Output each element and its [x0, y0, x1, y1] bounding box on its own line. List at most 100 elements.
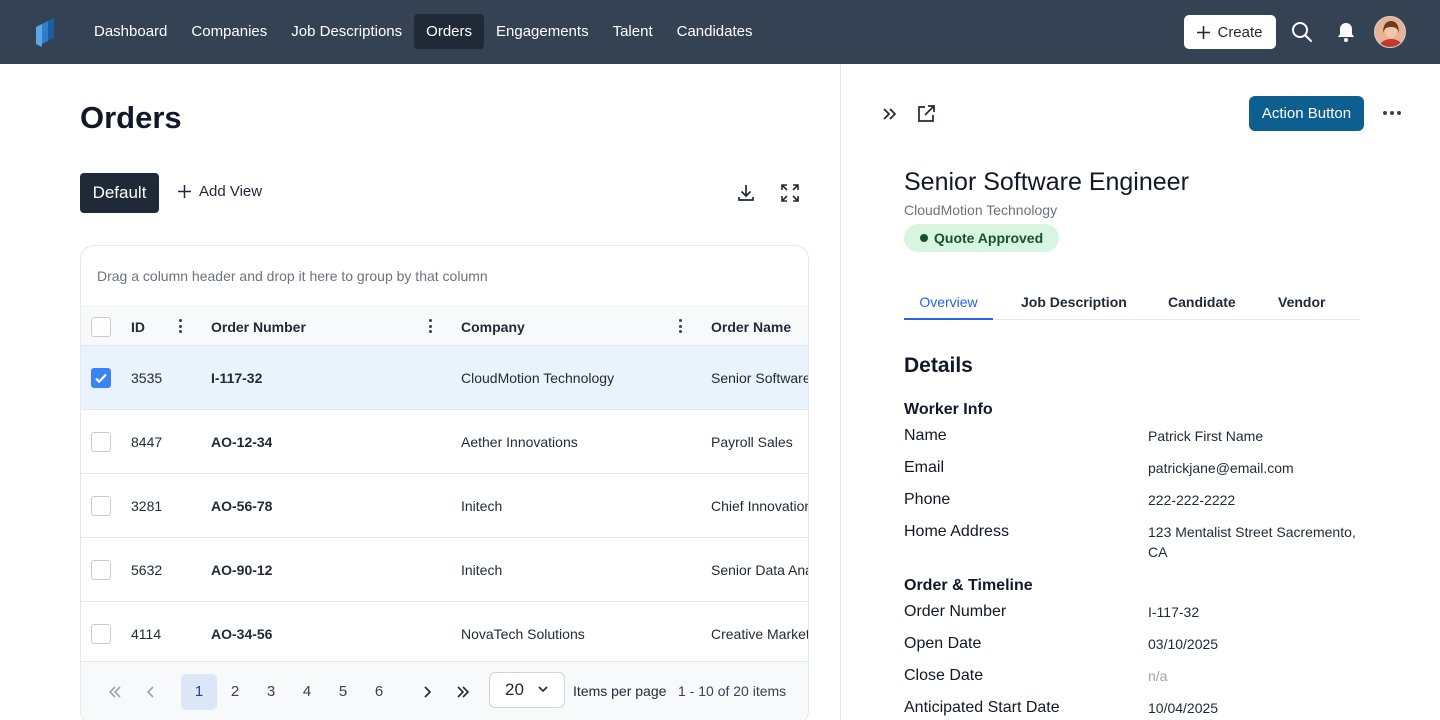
cell-order-name: Senior Software Engineer: [711, 370, 809, 386]
default-view-button[interactable]: Default: [80, 173, 159, 213]
more-options-icon[interactable]: [1383, 111, 1401, 117]
cell-order-number: AO-12-34: [211, 434, 273, 450]
detail-company: CloudMotion Technology: [904, 202, 1058, 218]
collapse-panel-icon[interactable]: [880, 104, 900, 124]
close-date-label: Close Date: [904, 667, 984, 684]
items-per-page-label: Items per page: [573, 683, 667, 699]
row-checkbox[interactable]: [91, 432, 111, 452]
phone-value: 222-222-2222: [1148, 492, 1236, 508]
status-dot-icon: [920, 234, 928, 242]
cell-order-number: AO-90-12: [211, 562, 273, 578]
column-menu-icon[interactable]: [679, 319, 683, 335]
home-address-label: Home Address: [904, 523, 1009, 540]
cell-id: 3535: [131, 370, 163, 386]
table-row[interactable]: 8447 AO-12-34 Aether Innovations Payroll…: [81, 410, 808, 474]
worker-info-heading: Worker Info: [904, 401, 993, 418]
create-button[interactable]: Create: [1184, 15, 1276, 49]
nav-orders[interactable]: Orders: [414, 14, 484, 49]
start-date-value: 10/04/2025: [1148, 700, 1219, 716]
pagination: 1 2 3 4 5 6 20 Items per page 1 - 10 of …: [81, 661, 808, 720]
cell-order-number: AO-56-78: [211, 498, 273, 514]
cell-company: Initech: [461, 562, 503, 578]
row-checkbox[interactable]: [91, 560, 111, 580]
group-by-hint: Drag a column header and drop it here to…: [97, 268, 488, 284]
home-address-value: 123 Mentalist Street Sacremento, CA: [1148, 524, 1356, 560]
check-icon: [95, 373, 107, 384]
open-external-icon[interactable]: [916, 104, 936, 124]
add-view-button[interactable]: Add View: [178, 183, 262, 200]
bell-icon[interactable]: [1334, 20, 1358, 44]
page-button-4[interactable]: 4: [289, 674, 325, 710]
create-label: Create: [1217, 23, 1263, 41]
plus-icon: [1197, 25, 1211, 39]
cell-order-name: Senior Data Analyst: [711, 562, 808, 578]
cell-id: 5632: [131, 562, 163, 578]
detail-title: Senior Software Engineer: [904, 168, 1189, 196]
cell-order-number: I-117-32: [211, 370, 263, 386]
page-button-2[interactable]: 2: [217, 674, 253, 710]
last-page-icon[interactable]: [455, 684, 471, 700]
column-header-id[interactable]: ID: [131, 307, 145, 347]
next-page-icon[interactable]: [419, 684, 435, 700]
avatar-image-icon: [1375, 17, 1405, 47]
nav-engagements[interactable]: Engagements: [484, 14, 601, 49]
row-checkbox[interactable]: [91, 624, 111, 644]
cell-company: Aether Innovations: [461, 434, 578, 450]
tab-vendor[interactable]: Vendor: [1278, 286, 1325, 320]
table-row[interactable]: 3281 AO-56-78 Initech Chief Innovation O…: [81, 474, 809, 538]
tab-overview[interactable]: Overview: [904, 286, 993, 320]
app-logo-icon[interactable]: [34, 17, 56, 47]
phone-label: Phone: [904, 491, 951, 508]
items-count: 1 - 10 of 20 items: [678, 683, 787, 699]
row-checkbox[interactable]: [91, 496, 111, 516]
table-row[interactable]: 4114 AO-34-56 NovaTech Solutions Creativ…: [81, 602, 809, 666]
nav-candidates[interactable]: Candidates: [665, 14, 765, 49]
user-avatar[interactable]: [1374, 16, 1406, 48]
order-number-label: Order Number: [904, 603, 1007, 620]
top-navbar: Dashboard Companies Job Descriptions Ord…: [0, 0, 1440, 64]
cell-order-number: AO-34-56: [211, 626, 273, 642]
detail-tabs: Overview Job Description Candidate Vendo…: [904, 286, 1360, 320]
page-button-6[interactable]: 6: [361, 674, 397, 710]
first-page-icon[interactable]: [107, 684, 123, 700]
page-size-select[interactable]: 20: [489, 672, 565, 708]
column-header-company[interactable]: Company: [461, 307, 525, 347]
nav-dashboard[interactable]: Dashboard: [82, 14, 179, 49]
table-row[interactable]: 5632 AO-90-12 Initech Senior Data Analys…: [81, 538, 808, 602]
page-size-value: 20: [505, 680, 524, 699]
fullscreen-icon[interactable]: [780, 183, 800, 203]
column-header-order-name[interactable]: Order Name: [711, 307, 791, 347]
column-menu-icon[interactable]: [429, 319, 433, 335]
column-header-order-number[interactable]: Order Number: [211, 307, 306, 347]
name-label: Name: [904, 427, 947, 444]
cell-company: CloudMotion Technology: [461, 370, 615, 386]
tab-candidate[interactable]: Candidate: [1168, 286, 1236, 320]
nav-companies[interactable]: Companies: [179, 14, 279, 49]
close-date-value: n/a: [1148, 668, 1168, 684]
select-all-checkbox[interactable]: [91, 317, 111, 337]
row-checkbox[interactable]: [91, 368, 111, 388]
table-row[interactable]: 3535 I-117-32 CloudMotion Technology Sen…: [81, 346, 809, 410]
cell-id: 8447: [131, 434, 163, 450]
action-button[interactable]: Action Button: [1249, 96, 1364, 131]
nav-job-descriptions[interactable]: Job Descriptions: [279, 14, 414, 49]
column-menu-icon[interactable]: [179, 319, 183, 335]
page-button-5[interactable]: 5: [325, 674, 361, 710]
order-timeline-heading: Order & Timeline: [904, 577, 1033, 594]
open-date-label: Open Date: [904, 635, 982, 652]
prev-page-icon[interactable]: [143, 684, 159, 700]
search-icon[interactable]: [1290, 20, 1314, 44]
nav-talent[interactable]: Talent: [601, 14, 665, 49]
email-label: Email: [904, 459, 945, 476]
cell-id: 4114: [131, 626, 162, 642]
chevron-down-icon: [538, 686, 548, 693]
page-button-3[interactable]: 3: [253, 674, 289, 710]
page-button-1[interactable]: 1: [181, 674, 217, 710]
email-value: patrickjane@email.com: [1148, 460, 1294, 476]
cell-order-name: Chief Innovation Officer: [711, 498, 809, 514]
main-nav: Dashboard Companies Job Descriptions Ord…: [82, 14, 765, 49]
download-icon[interactable]: [736, 183, 756, 203]
order-number-value: I-117-32: [1148, 604, 1200, 620]
cell-order-name: Creative Marketing: [711, 626, 809, 642]
tab-job-description[interactable]: Job Description: [1021, 286, 1127, 320]
